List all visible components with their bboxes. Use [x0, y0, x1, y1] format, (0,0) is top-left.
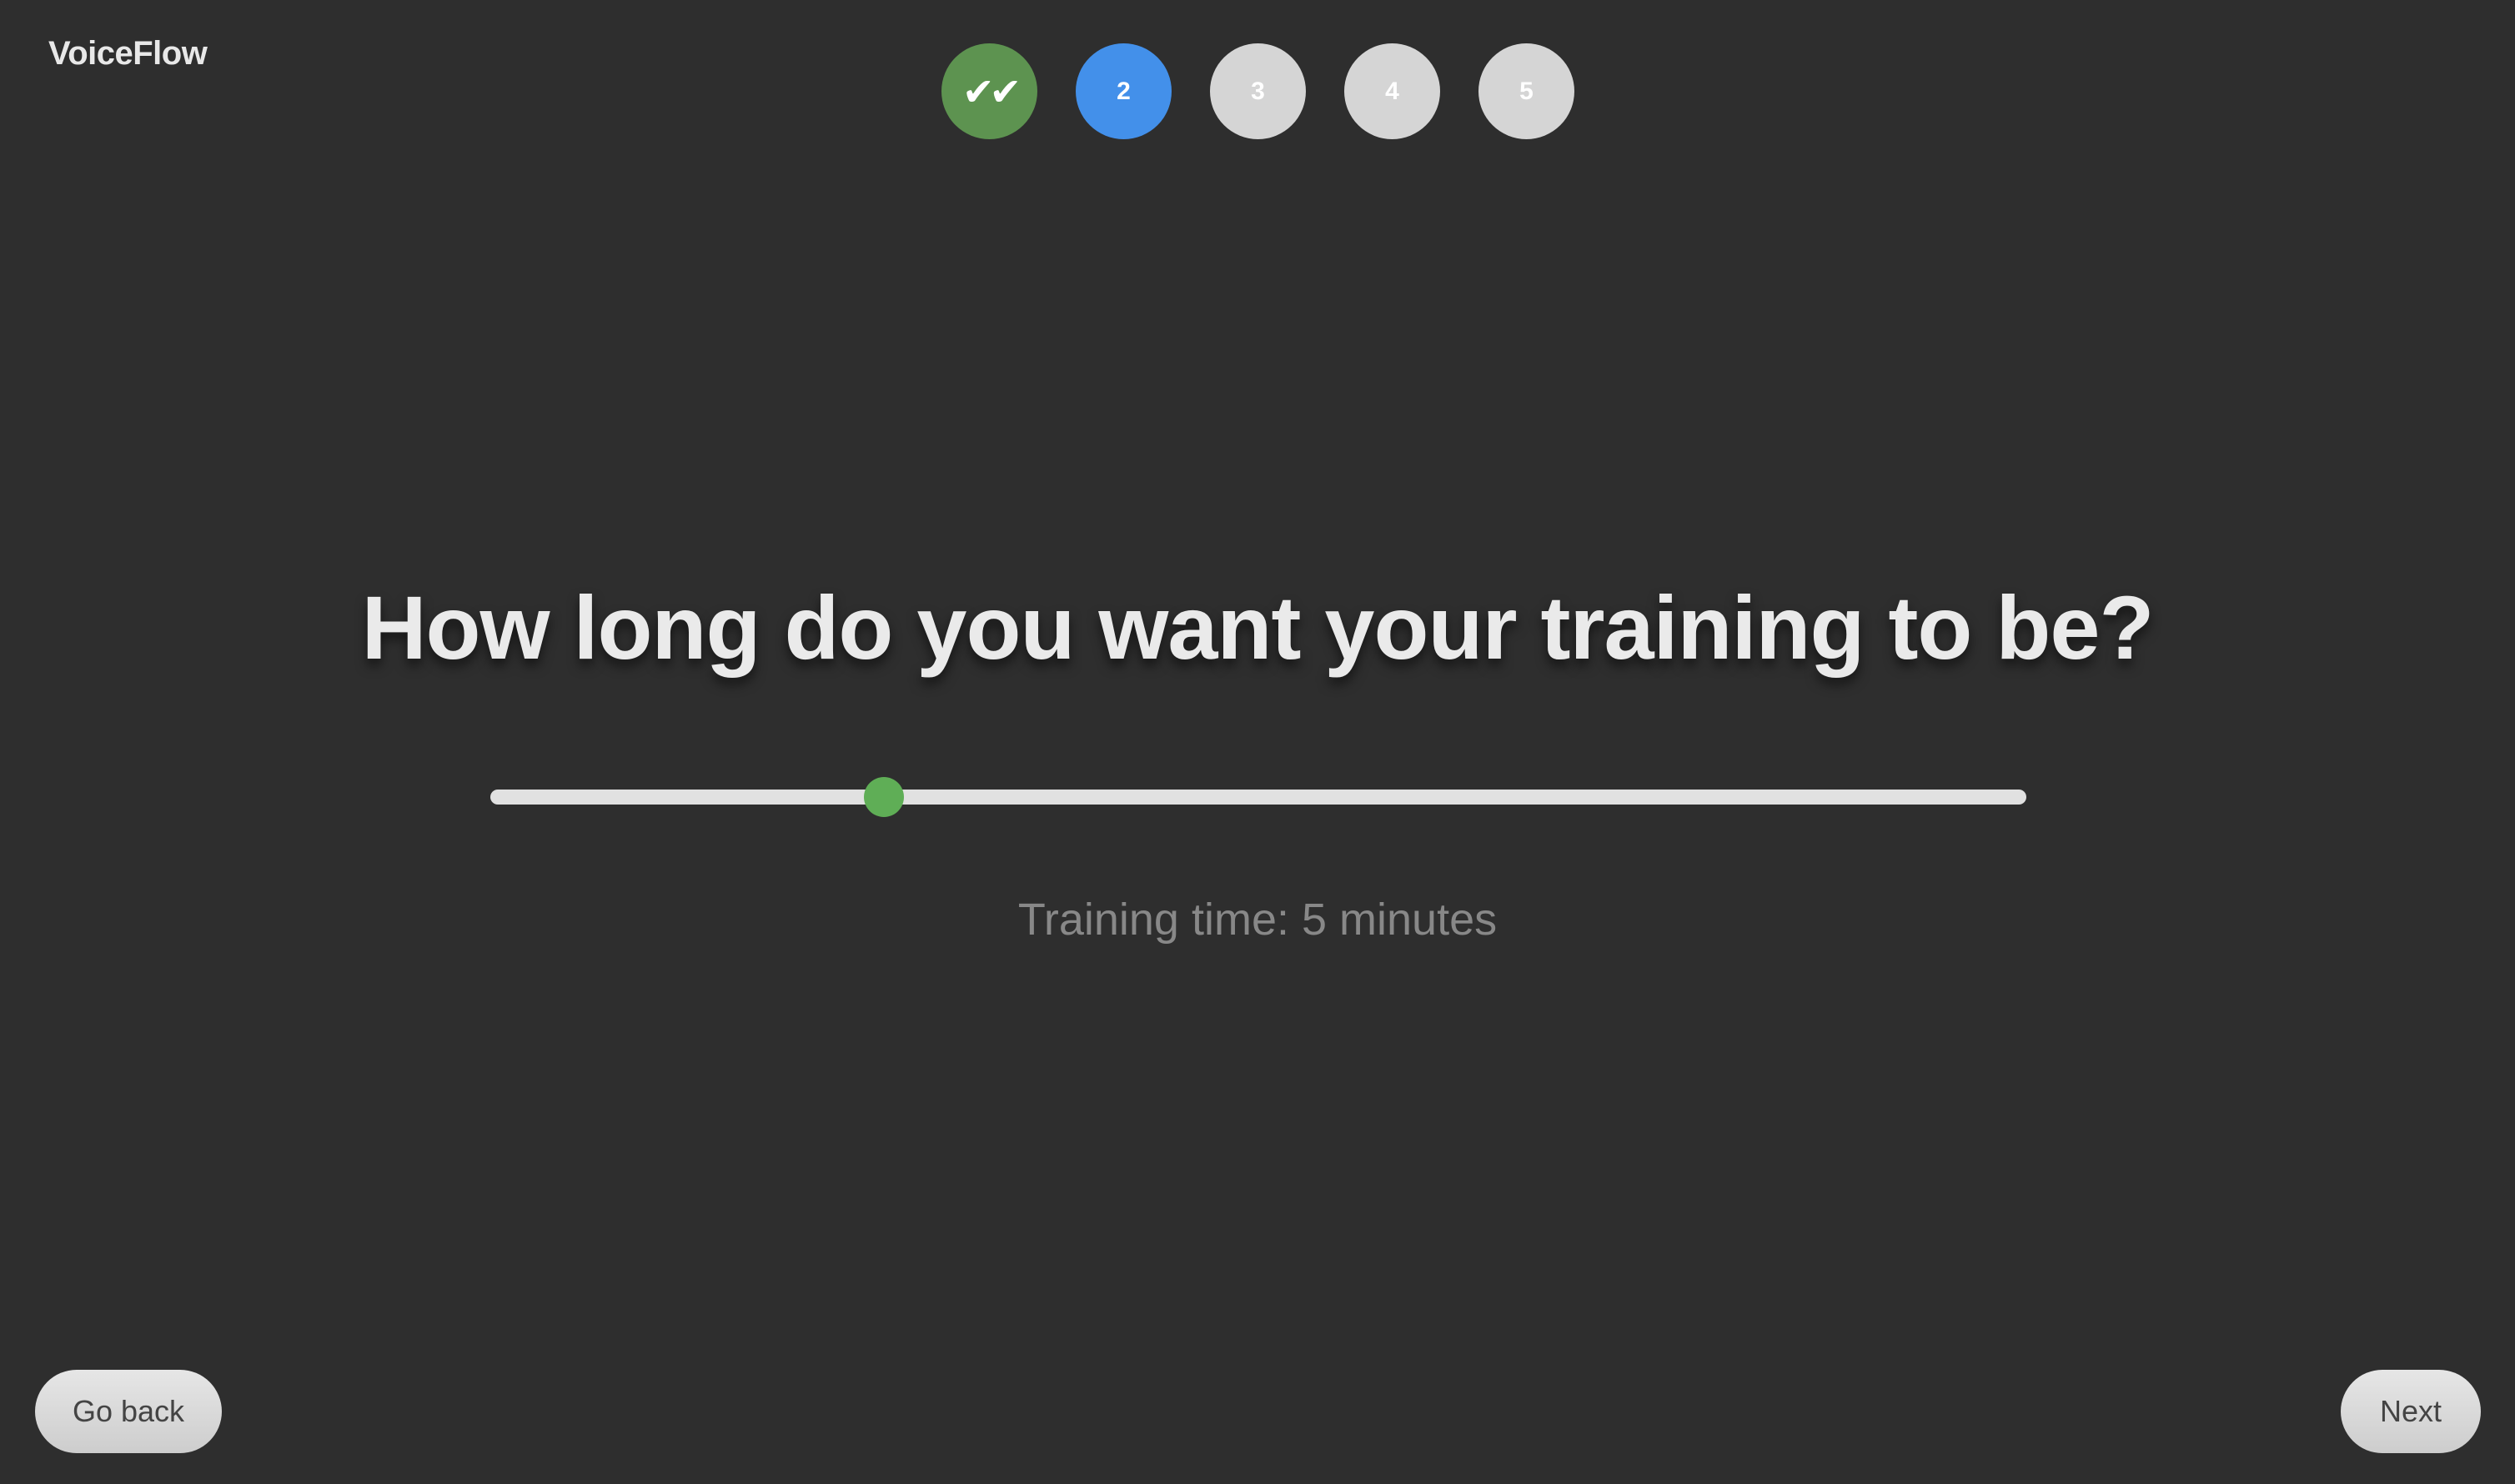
- step-number: 2: [1117, 77, 1131, 105]
- onboarding-page: VoiceFlow ✔✔ 2 3 4 5 How long do you wan…: [0, 0, 2515, 1484]
- step-2-current[interactable]: 2: [1076, 43, 1172, 139]
- step-number: 5: [1519, 77, 1534, 105]
- step-number: 3: [1251, 77, 1265, 105]
- step-5[interactable]: 5: [1478, 43, 1574, 139]
- double-check-icon: ✔✔: [961, 69, 1022, 113]
- step-4[interactable]: 4: [1344, 43, 1440, 139]
- step-number: 4: [1385, 77, 1399, 105]
- step-indicator: ✔✔ 2 3 4 5: [941, 43, 1574, 139]
- app-logo: VoiceFlow: [48, 35, 208, 72]
- next-button[interactable]: Next: [2341, 1370, 2481, 1453]
- step-3[interactable]: 3: [1210, 43, 1306, 139]
- slider-track[interactable]: [490, 790, 2026, 805]
- step-1-completed[interactable]: ✔✔: [941, 43, 1037, 139]
- go-back-button[interactable]: Go back: [35, 1370, 222, 1453]
- training-length-slider[interactable]: [490, 775, 2026, 817]
- slider-thumb[interactable]: [863, 777, 904, 817]
- page-question: How long do you want your training to be…: [361, 577, 2155, 678]
- training-time-label: Training time: 5 minutes: [1017, 895, 1498, 945]
